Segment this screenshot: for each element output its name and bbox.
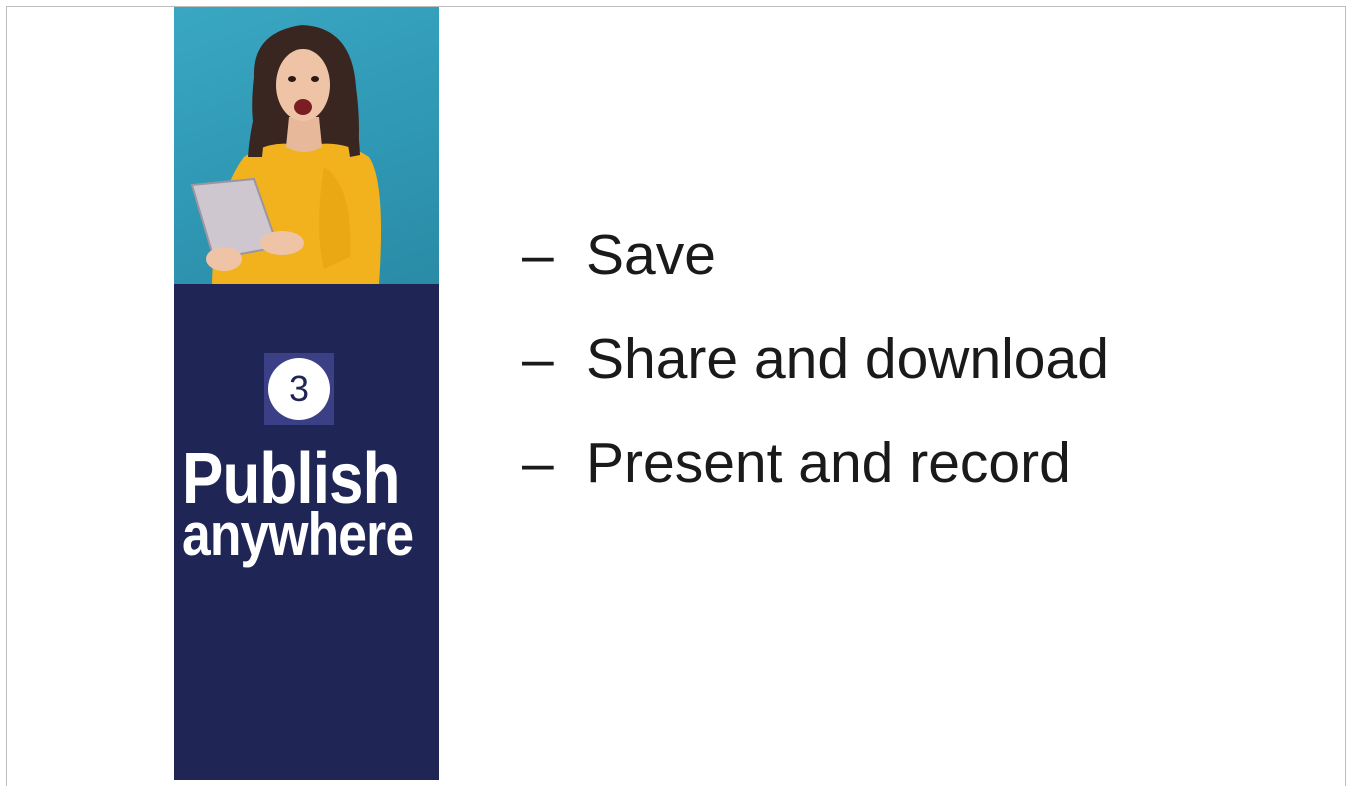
heading-line2: anywhere bbox=[182, 501, 414, 568]
woman-with-tablet-photo bbox=[174, 7, 439, 284]
bullet-marker: – bbox=[522, 431, 554, 495]
list-item: – Present and record bbox=[522, 430, 1109, 534]
bullet-text: Present and record bbox=[586, 431, 1071, 495]
bullet-list: – Save – Share and download – Present an… bbox=[522, 222, 1109, 534]
list-item: – Share and download bbox=[522, 326, 1109, 430]
bullet-marker: – bbox=[522, 327, 554, 391]
side-panel: 3 Publish anywhere bbox=[174, 7, 439, 780]
step-number: 3 bbox=[268, 358, 330, 420]
section-heading: Publish anywhere bbox=[182, 443, 414, 568]
bullet-text: Share and download bbox=[586, 327, 1109, 391]
step-badge: 3 bbox=[264, 353, 334, 425]
list-item: – Save bbox=[522, 222, 1109, 326]
bullet-text: Save bbox=[586, 223, 716, 287]
bullet-marker: – bbox=[522, 223, 554, 287]
